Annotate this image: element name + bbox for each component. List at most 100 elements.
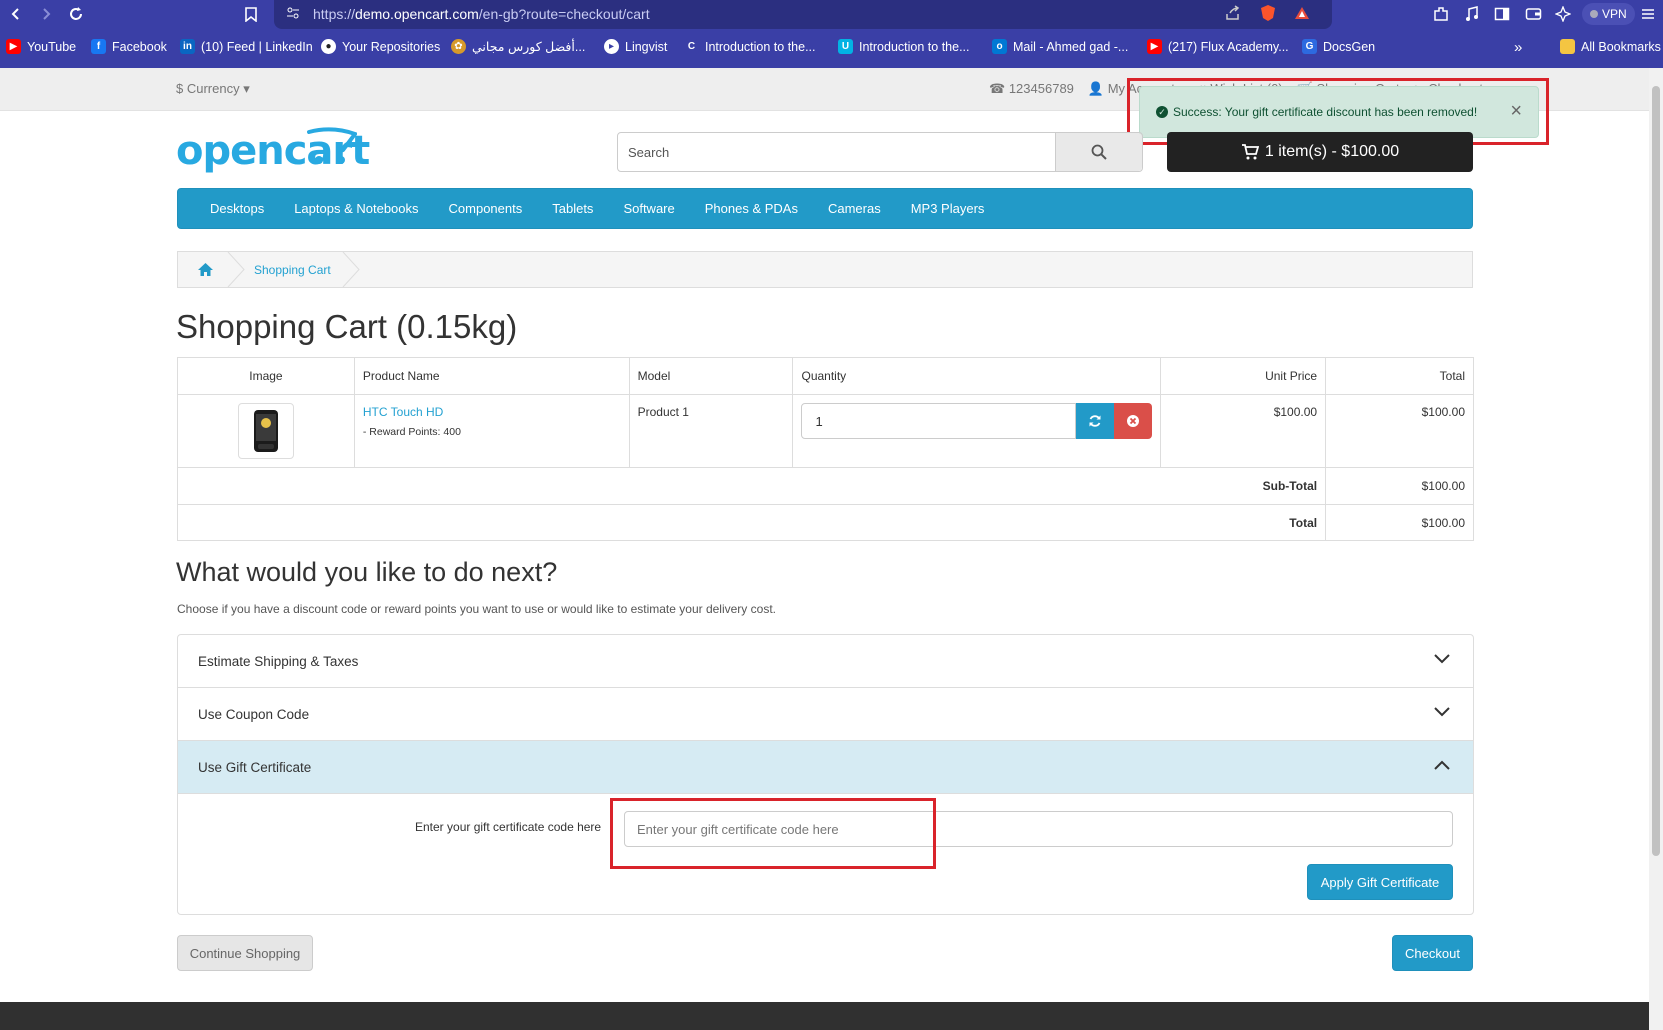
apply-gift-certificate-button[interactable]: Apply Gift Certificate	[1307, 864, 1453, 900]
phone-icon: ☎	[989, 81, 1006, 96]
main-menu: Desktops Laptops & Notebooks Components …	[177, 188, 1473, 229]
menu-item-desktops[interactable]: Desktops	[210, 201, 264, 216]
bookmark-item[interactable]: ✿ أفضل كورس مجاني...	[451, 39, 585, 54]
all-bookmarks[interactable]: All Bookmarks	[1560, 39, 1661, 54]
accordion-coupon-label: Use Coupon Code	[198, 706, 310, 722]
scrollbar[interactable]	[1649, 68, 1663, 1030]
chevron-down-icon	[1434, 707, 1450, 717]
search-button[interactable]	[1055, 133, 1142, 171]
wallet-icon[interactable]	[1525, 4, 1542, 24]
bookmark-page-icon[interactable]	[241, 4, 261, 24]
bookmark-item[interactable]: ● Your Repositories	[321, 39, 440, 54]
bookmark-item[interactable]: ▸ Lingvist	[604, 39, 667, 54]
cart-button-label: 1 item(s) - $100.00	[1264, 143, 1400, 160]
menu-item-cameras[interactable]: Cameras	[828, 201, 881, 216]
bookmark-item[interactable]: f Facebook	[91, 39, 167, 54]
menu-item-laptops[interactable]: Laptops & Notebooks	[294, 201, 418, 216]
accordion-gift-certificate[interactable]: Use Gift Certificate	[178, 741, 1473, 794]
next-heading: What would you like to do next?	[176, 557, 558, 587]
column-header-image: Image	[177, 357, 355, 395]
chevron-up-icon	[1434, 760, 1450, 770]
vpn-label: VPN	[1602, 7, 1627, 21]
forward-icon[interactable]	[36, 4, 56, 24]
chevron-down-icon	[1434, 654, 1450, 664]
brave-shield-icon[interactable]	[1260, 4, 1276, 27]
cart-table: Image Product Name Model Quantity Unit P…	[176, 357, 1474, 541]
breadcrumb-item-cart[interactable]: Shopping Cart	[254, 263, 331, 277]
accordion-coupon[interactable]: Use Coupon Code	[178, 688, 1473, 741]
sidebar-icon[interactable]	[1494, 4, 1510, 24]
product-link[interactable]: HTC Touch HD	[363, 405, 621, 419]
remove-circle-icon	[1127, 415, 1140, 427]
bookmark-item[interactable]: G DocsGen	[1302, 39, 1375, 54]
currency-dropdown[interactable]: $ Currency ▾	[176, 81, 250, 97]
cart-button[interactable]: 1 item(s) - $100.00	[1167, 132, 1473, 172]
scrollbar-thumb[interactable]	[1652, 86, 1660, 856]
menu-item-mp3[interactable]: MP3 Players	[911, 201, 985, 216]
site-logo[interactable]: opencart	[176, 127, 370, 174]
coursera-icon: C	[684, 39, 699, 54]
more-bookmarks-icon[interactable]: »	[1514, 39, 1522, 56]
next-description: Choose if you have a discount code or re…	[177, 602, 776, 616]
page-footer	[0, 1002, 1663, 1030]
bookmark-item[interactable]: U Introduction to the...	[838, 39, 970, 54]
reload-icon[interactable]	[66, 4, 86, 24]
user-icon: 👤	[1087, 81, 1105, 96]
product-image-cell	[177, 394, 355, 468]
home-icon	[197, 263, 213, 276]
vpn-button[interactable]: VPN	[1582, 3, 1635, 25]
accordion-shipping[interactable]: Estimate Shipping & Taxes	[178, 635, 1473, 688]
cart-icon	[1241, 144, 1259, 160]
facebook-icon: f	[91, 39, 106, 54]
gift-certificate-label: Enter your gift certificate code here	[415, 820, 602, 834]
bookmark-item[interactable]: in (10) Feed | LinkedIn	[180, 39, 313, 54]
product-thumbnail[interactable]	[237, 403, 294, 459]
column-header-model: Model	[628, 357, 794, 395]
folder-icon	[1560, 39, 1575, 54]
column-header-quantity: Quantity	[792, 357, 1162, 395]
browser-chrome: https://demo.opencart.com/en-gb?route=ch…	[0, 0, 1663, 68]
menu-icon[interactable]	[1641, 4, 1655, 24]
menu-item-software[interactable]: Software	[623, 201, 674, 216]
accordion-gift-label: Use Gift Certificate	[198, 759, 312, 775]
menu-item-tablets[interactable]: Tablets	[552, 201, 593, 216]
youtube-icon: ▶	[6, 39, 21, 54]
site-info-icon[interactable]	[286, 6, 300, 25]
table-header-row: Image Product Name Model Quantity Unit P…	[177, 357, 1474, 395]
subtotal-label: Sub-Total	[176, 467, 1327, 505]
search-input[interactable]: Search	[618, 133, 1055, 171]
bookmark-item[interactable]: ▶ (217) Flux Academy...	[1147, 39, 1289, 54]
continue-shopping-button[interactable]: Continue Shopping	[177, 935, 313, 971]
total-row: Total $100.00	[176, 504, 1474, 541]
extensions-icon[interactable]	[1432, 4, 1450, 24]
column-header-name: Product Name	[353, 357, 630, 395]
leo-ai-icon[interactable]	[1555, 4, 1571, 24]
breadcrumb: Shopping Cart	[177, 251, 1473, 288]
address-bar[interactable]: https://demo.opencart.com/en-gb?route=ch…	[274, 0, 1332, 29]
menu-item-phones[interactable]: Phones & PDAs	[705, 201, 798, 216]
breadcrumb-home[interactable]	[178, 252, 232, 287]
bookmarks-bar: ▶ YouTube f Facebook in (10) Feed | Link…	[0, 36, 1663, 60]
url-text: https://demo.opencart.com/en-gb?route=ch…	[313, 6, 650, 22]
total-value: $100.00	[1325, 504, 1474, 541]
quantity-input[interactable]: 1	[801, 403, 1077, 439]
menu-item-components[interactable]: Components	[449, 201, 523, 216]
column-header-total: Total	[1325, 357, 1474, 395]
update-button[interactable]	[1076, 403, 1115, 439]
subtotal-value: $100.00	[1325, 467, 1474, 505]
brave-rewards-icon[interactable]	[1294, 6, 1310, 25]
back-icon[interactable]	[6, 4, 26, 24]
bookmark-item[interactable]: ▶ YouTube	[6, 39, 76, 54]
checkout-button[interactable]: Checkout	[1392, 935, 1473, 971]
docsgen-icon: G	[1302, 39, 1317, 54]
column-header-unit-price: Unit Price	[1160, 357, 1327, 395]
share-icon[interactable]	[1225, 5, 1241, 26]
top-link-phone[interactable]: ☎ 123456789	[989, 81, 1074, 97]
music-icon[interactable]	[1464, 4, 1480, 24]
bookmark-item[interactable]: C Introduction to the...	[684, 39, 816, 54]
bookmark-item[interactable]: o Mail - Ahmed gad -...	[992, 39, 1128, 54]
linkedin-icon: in	[180, 39, 195, 54]
refresh-icon	[1089, 415, 1101, 427]
github-icon: ●	[321, 39, 336, 54]
remove-button[interactable]	[1114, 403, 1153, 439]
